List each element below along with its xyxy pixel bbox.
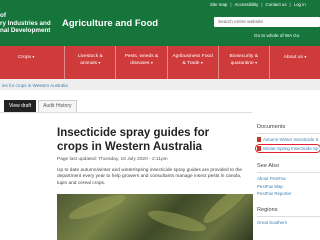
leaf-shape [146, 206, 208, 236]
nav-label: Crops [18, 55, 32, 60]
nav-label: Biosecurity & quarantine [229, 54, 259, 67]
tab-audit-history[interactable]: Audit History [38, 100, 77, 113]
chevron-down-icon: ▾ [150, 61, 153, 66]
department-name-line: of [0, 12, 6, 19]
separator: | [230, 2, 232, 7]
contact-us-link[interactable]: Contact us [266, 2, 287, 10]
site-title[interactable]: Agriculture and Food [62, 18, 158, 29]
nav-item-about-us[interactable]: About us ▾ [270, 46, 320, 79]
log-in-link[interactable]: Log in [294, 2, 306, 10]
hero-image [57, 194, 253, 240]
divider [257, 133, 320, 134]
nav-item-biosecurity[interactable]: Biosecurity & quarantine ▾ [219, 46, 270, 79]
department-name-line: ry Industries and [0, 19, 51, 27]
tab-view-draft[interactable]: View draft [4, 100, 37, 113]
document-link[interactable]: Autumn-Winter Insecticide S [257, 137, 320, 142]
wa-gov-link[interactable]: Go to whole of WA Go [254, 33, 299, 38]
regions-heading: Regions [257, 206, 278, 213]
site-map-link[interactable]: Site map [210, 2, 227, 10]
main-nav: Crops ▾ Livestock & animals ▾ Pests, wee… [0, 46, 320, 79]
admin-tabs: View draft Audit History [4, 100, 77, 113]
nav-label: Agribusiness Food & Trade [172, 54, 213, 67]
page-title: Insecticide spray guides for crops in We… [57, 127, 210, 153]
site-header: of ry Industries and nal Development Agr… [0, 0, 320, 46]
department-name-line: nal Development [0, 27, 51, 35]
separator: | [261, 2, 263, 7]
document-label: Winter-Spring Insecticide Sp [263, 146, 319, 151]
divider [0, 112, 252, 113]
divider [257, 172, 320, 173]
search-input[interactable]: Search entire website [214, 17, 320, 27]
nav-label: Pests, weeds & diseases [124, 54, 159, 67]
see-also-link[interactable]: PestFax Map [257, 184, 320, 189]
last-updated: Page last updated: Thursday, 16 July 202… [57, 157, 168, 162]
nav-item-pests[interactable]: Pests, weeds & diseases ▾ [116, 46, 168, 79]
document-label: Autumn-Winter Insecticide S [263, 137, 319, 142]
document-link-highlighted[interactable]: Winter-Spring Insecticide Sp [255, 144, 320, 153]
accessibility-link[interactable]: Accessibility [234, 2, 258, 10]
department-name[interactable]: of ry Industries and nal Development [0, 12, 58, 35]
leaf-shape [199, 194, 253, 228]
utility-links: Site map | Accessibility | Contact us | … [210, 2, 320, 10]
chevron-down-icon: ▾ [98, 61, 101, 66]
chevron-down-icon: ▾ [200, 61, 203, 66]
pdf-icon [257, 146, 261, 151]
divider [257, 215, 320, 217]
leaf-shape [66, 194, 128, 224]
breadcrumb: ies for crops in Western Australia [0, 79, 320, 90]
see-also-heading: See Also [257, 163, 280, 169]
region-link[interactable]: Great Southern [257, 220, 320, 225]
intro-paragraph: Up to date autumn/winter and winter/spri… [57, 168, 243, 186]
documents-heading: Documents [257, 124, 286, 130]
sidebar: Documents Autumn-Winter Insecticide S Wi… [255, 124, 320, 227]
chevron-down-icon: ▾ [304, 55, 307, 59]
chevron-down-icon: ▾ [32, 55, 35, 59]
nav-item-livestock[interactable]: Livestock & animals ▾ [65, 46, 117, 79]
see-also-link[interactable]: About PestFax [257, 176, 320, 181]
separator: | [289, 2, 291, 7]
pdf-icon [257, 137, 261, 142]
nav-label: About us [283, 55, 303, 60]
chevron-down-icon: ▾ [255, 61, 257, 66]
nav-item-agribusiness[interactable]: Agribusiness Food & Trade ▾ [168, 46, 219, 79]
see-also-link[interactable]: PestFax Reporter [257, 191, 320, 196]
nav-item-crops[interactable]: Crops ▾ [0, 46, 66, 79]
